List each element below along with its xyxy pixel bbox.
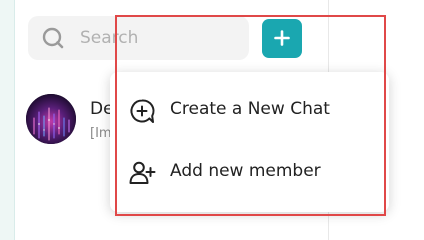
menu-item-create-new-chat[interactable]: Create a New Chat [110,80,389,140]
chat-add-icon [130,99,155,123]
left-pane [0,0,14,240]
menu-item-label: Add new member [170,161,321,181]
search-icon [42,27,64,49]
new-chat-dropdown-menu: Create a New Chat Add new member [110,72,389,212]
chat-preview: [Im [90,126,112,141]
left-pane-edge [14,0,15,240]
user-add-icon [129,161,156,184]
chat-list-item[interactable]: De [Im [22,90,122,150]
menu-item-add-new-member[interactable]: Add new member [110,142,389,202]
search-input[interactable] [80,26,240,50]
avatar-image [26,94,76,144]
avatar [26,94,76,144]
plus-icon [274,30,290,46]
menu-item-label: Create a New Chat [170,99,330,119]
search-box[interactable] [28,16,249,60]
add-button[interactable] [262,19,302,58]
